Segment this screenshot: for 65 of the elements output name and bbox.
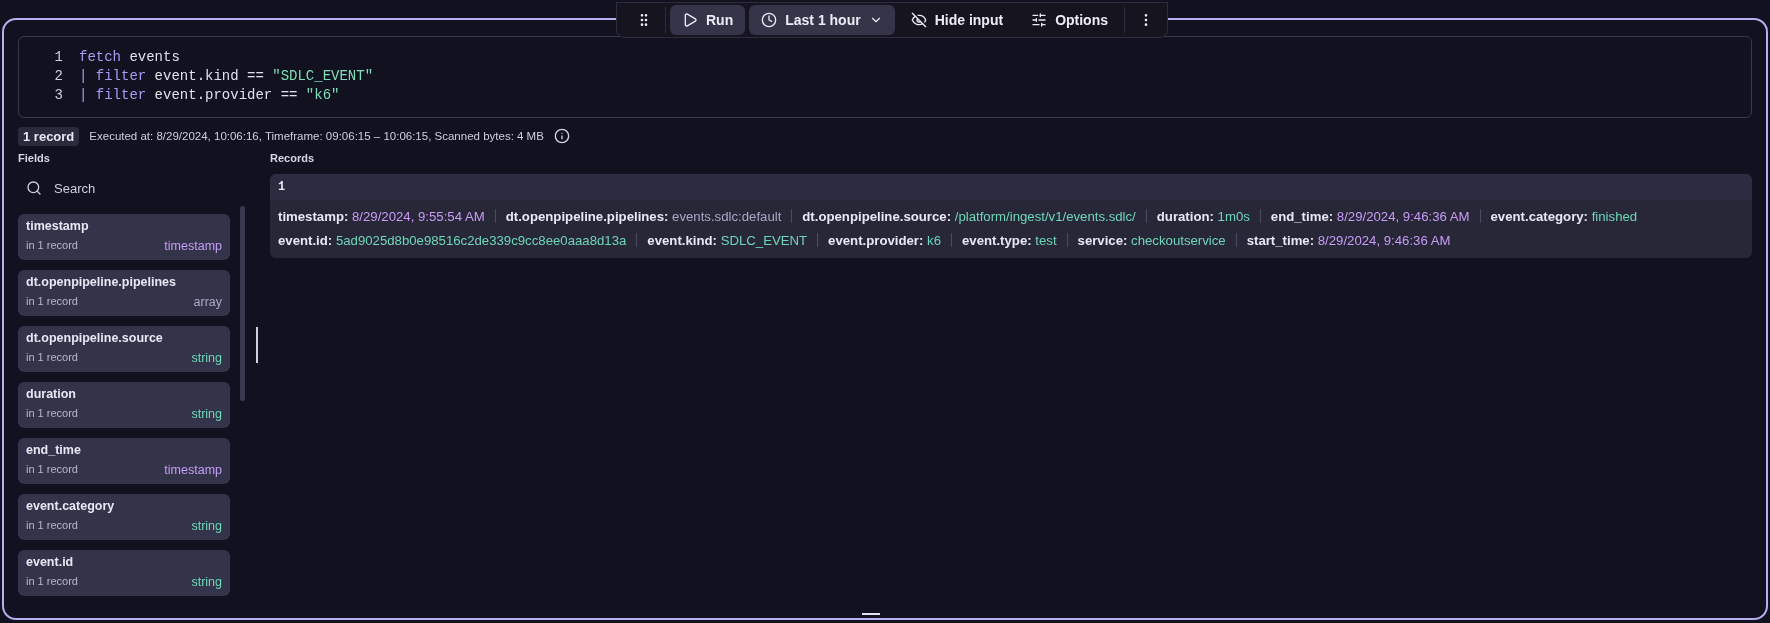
- line-number: 2: [53, 67, 64, 84]
- toolbar-action[interactable]: Options: [1019, 5, 1120, 35]
- field-name: event.category: [26, 499, 116, 515]
- resize-handle[interactable]: [862, 613, 880, 615]
- code-line: fetch events: [79, 48, 180, 65]
- record-field: dt.openpipeline.source: /platform/ingest/v1/events.sdlc/: [802, 208, 1136, 224]
- field-count: in 1 record: [26, 463, 79, 477]
- record-field: dt.openpipeline.pipelines: events.sdlc:default: [505, 208, 782, 224]
- record-field: event.provider: k6: [828, 232, 941, 248]
- field-type: array: [193, 295, 222, 311]
- field-count: in 1 record: [26, 295, 79, 309]
- field-card[interactable]: duration in 1 record string: [18, 382, 230, 428]
- clock-icon: [761, 12, 778, 28]
- field-type: string: [191, 351, 222, 367]
- field-count: in 1 record: [26, 519, 79, 533]
- eye-slash-icon: [910, 12, 927, 28]
- field-name: dt.openpipeline.pipelines: [26, 275, 177, 291]
- record-field: start_time: 8/29/2024, 9:46:36 AM: [1246, 232, 1451, 248]
- field-card[interactable]: dt.openpipeline.source in 1 record string: [18, 326, 230, 372]
- record-field: event.kind: SDLC_EVENT: [647, 232, 808, 248]
- play-icon: [682, 12, 698, 28]
- record-field: event.type: test: [962, 232, 1057, 248]
- record-field: event.category: finished: [1490, 208, 1638, 224]
- field-card[interactable]: end_time in 1 record timestamp: [18, 438, 230, 484]
- field-count: in 1 record: [26, 407, 79, 421]
- search-field[interactable]: Search: [52, 179, 206, 197]
- toolbar-button[interactable]: Last 1 hour: [749, 5, 895, 35]
- record-count-badge: 1 record: [18, 126, 80, 146]
- toolbar-button[interactable]: Run: [670, 5, 746, 35]
- field-card[interactable]: event.id in 1 record string: [18, 550, 230, 596]
- field-type: string: [191, 519, 222, 535]
- fields-heading: Fields: [18, 152, 51, 164]
- field-type: string: [191, 575, 222, 591]
- sliders-icon: [1031, 12, 1048, 28]
- field-name: dt.openpipeline.source: [26, 331, 164, 347]
- field-name: duration: [26, 387, 77, 403]
- record-field: timestamp: 8/29/2024, 9:55:54 AM: [278, 208, 485, 224]
- field-count: in 1 record: [26, 351, 79, 365]
- records-heading: Records: [270, 152, 316, 164]
- line-number: 3: [53, 86, 64, 103]
- field-card[interactable]: timestamp in 1 record timestamp: [18, 214, 230, 260]
- line-number: 1: [53, 48, 64, 65]
- toolbar-action[interactable]: Hide input: [898, 5, 1016, 35]
- record-field: event.id: 5ad9025d8b0e98516c2de339c9cc8ee0aaa8d13a: [278, 232, 627, 248]
- field-name: end_time: [26, 443, 82, 459]
- record-index: 1: [270, 174, 1752, 200]
- record-field: end_time: 8/29/2024, 9:46:36 AM: [1270, 208, 1470, 224]
- field-name: timestamp: [26, 219, 90, 235]
- field-type: timestamp: [164, 239, 222, 255]
- code-line: | filter event.provider == "k6": [79, 86, 340, 103]
- search-icon: [26, 180, 42, 196]
- field-name: event.id: [26, 555, 75, 571]
- query-editor[interactable]: 1 fetch events 2 | filter event.kind == "SDLC_EVENT" 3 | filter event.provider == "k6": [18, 36, 1752, 118]
- record-field: duration: 1m0s: [1156, 208, 1250, 224]
- execution-info: Executed at: 8/29/2024, 10:06:16, Timeframe: 09:06:15 – 10:06:15, Scanned bytes: 4 MB: [89, 130, 544, 142]
- field-card[interactable]: dt.openpipeline.pipelines in 1 record array: [18, 270, 230, 316]
- field-type: timestamp: [164, 463, 222, 479]
- field-card[interactable]: event.category in 1 record string: [18, 494, 230, 540]
- record-field: service: checkoutservice: [1077, 232, 1226, 248]
- field-count: in 1 record: [26, 575, 79, 589]
- code-line: | filter event.kind == "SDLC_EVENT": [79, 67, 374, 84]
- scrollbar-thumb[interactable]: [240, 206, 245, 401]
- field-count: in 1 record: [26, 239, 79, 253]
- info-icon[interactable]: [553, 128, 570, 144]
- field-type: string: [191, 407, 222, 423]
